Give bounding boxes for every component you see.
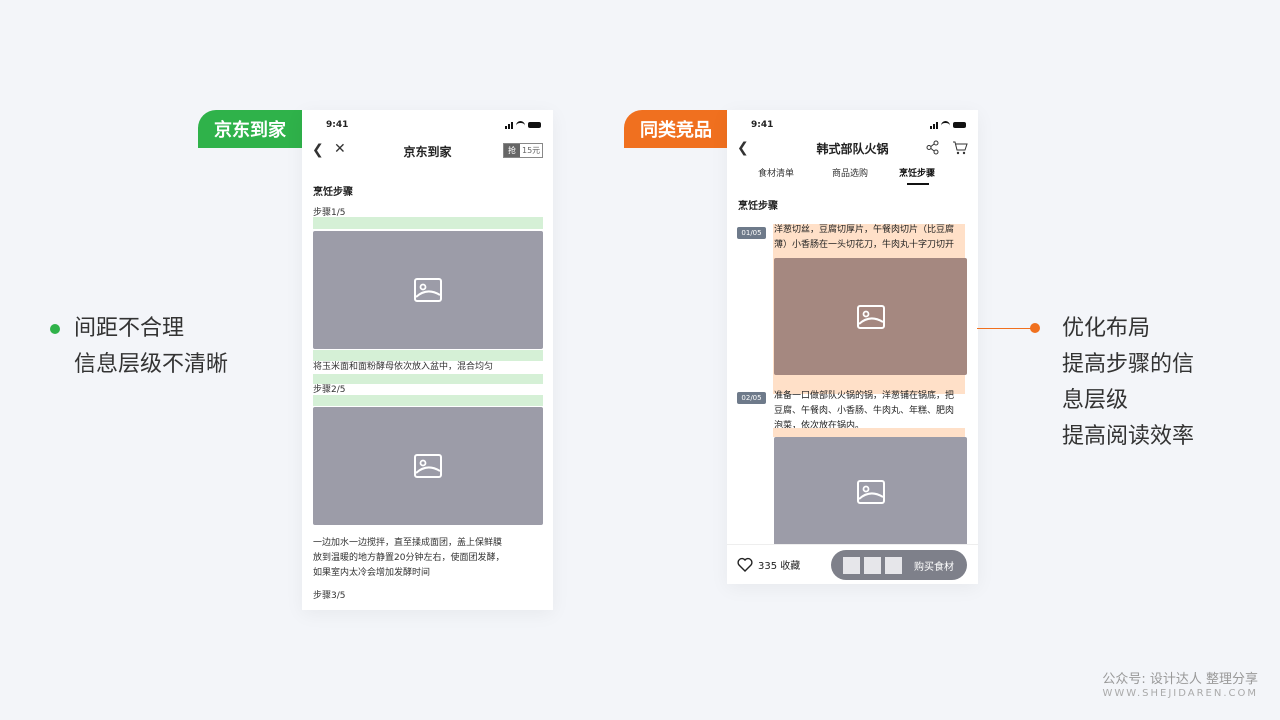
cart-icon[interactable] [952,140,968,159]
green-dot [50,324,60,334]
grab-badge: 抢 [504,144,520,157]
step-text-line: 豆腐、午餐肉、小香肠、牛肉丸、年糕、肥肉 [774,406,955,416]
watermark-url: WWW.SHEJIDAREN.COM [1102,688,1258,699]
orange-dot [1030,323,1040,333]
share-icon[interactable] [925,140,940,159]
image-icon [856,480,885,504]
section-title: 烹饪步骤 [313,187,353,198]
step-text-line: 放到温暖的地方静置20分钟左右，使面团发酵， [313,553,505,563]
spacing-highlight [313,395,543,406]
improvement-line: 提高步骤的信 [1062,352,1195,377]
ingredient-thumb [843,556,860,574]
ingredient-thumb [885,556,902,574]
buy-label: 购买食材 [914,561,954,573]
tab-ingredients[interactable]: 食材清单 [758,167,794,182]
improvement-line: 优化布局 [1062,316,1151,341]
spacing-highlight [313,374,543,384]
spacing-highlight [773,428,965,437]
coupon-amount: 15元 [522,146,541,155]
image-icon [414,454,442,478]
connector-line [977,328,1034,329]
status-time: 9:41 [326,120,349,130]
buy-ingredients-button[interactable]: 购买食材 [831,550,967,580]
step-text-line: 洋葱切丝，豆腐切厚片，午餐肉切片（比豆腐 [774,225,955,235]
issue-line: 间距不合理 [74,316,185,341]
competitor-tag: 同类竞品 [624,110,728,148]
spacing-highlight [313,217,543,229]
wifi-icon [941,121,950,129]
tab-products[interactable]: 商品选购 [832,167,868,182]
bottom-bar: 335 收藏 购买食材 [727,544,978,584]
ingredient-thumb [864,556,881,574]
status-icons [505,121,541,129]
step-text-line: 准备一口做部队火锅的锅，洋葱铺在锅底，把 [774,391,955,401]
page-title: 韩式部队火锅 [816,142,889,156]
favorite-button[interactable]: 335 收藏 [737,557,800,572]
step-text-line: 如果室内太冷会增加发酵时间 [313,568,431,578]
image-icon [856,304,885,329]
tab-steps[interactable]: 烹饪步骤 [899,167,935,182]
step-badge: 02/05 [737,392,766,404]
section-title: 烹饪步骤 [738,201,778,212]
step-text-line: 薄）小香肠在一头切花刀，牛肉丸十字刀切开 [774,240,955,250]
favorite-count: 335 收藏 [758,561,801,572]
improvement-line: 息层级 [1062,388,1129,413]
step-image [313,231,543,349]
wifi-icon [516,121,525,129]
signal-icon [930,121,938,129]
image-icon [414,278,442,302]
phone-competitor: 9:41 ❮ 韩式部队火锅 食材清单 商品选购 烹饪步骤 烹饪步骤 01/05 … [727,110,978,584]
coupon-badge[interactable]: 抢 15元 [503,143,544,158]
step-text-line: 一边加水一边搅拌，直至揉成面团，盖上保鲜膜 [313,538,503,548]
battery-icon [528,122,541,128]
step-badge: 01/05 [737,227,766,239]
improvement-line: 提高阅读效率 [1062,424,1195,449]
battery-icon [953,122,966,128]
heart-icon [737,557,753,572]
issue-line: 信息层级不清晰 [74,352,229,377]
phone-jd: 9:41 ❮ ✕ 京东到家 抢 15元 烹饪步骤 步骤1/5 将玉米面和面粉酵母… [302,110,553,610]
step-text: 将玉米面和面粉酵母依次放入盆中，混合均匀 [313,362,494,372]
watermark-line: 公众号: 设计达人 整理分享 [1102,672,1258,687]
signal-icon [505,121,513,129]
step-image [774,437,967,547]
active-tab-indicator [907,183,929,185]
status-time: 9:41 [751,120,774,130]
step-label: 步骤3/5 [313,591,346,601]
jd-tag: 京东到家 [198,110,302,148]
status-icons [930,121,966,129]
step-image [313,407,543,525]
step-image [774,258,967,375]
